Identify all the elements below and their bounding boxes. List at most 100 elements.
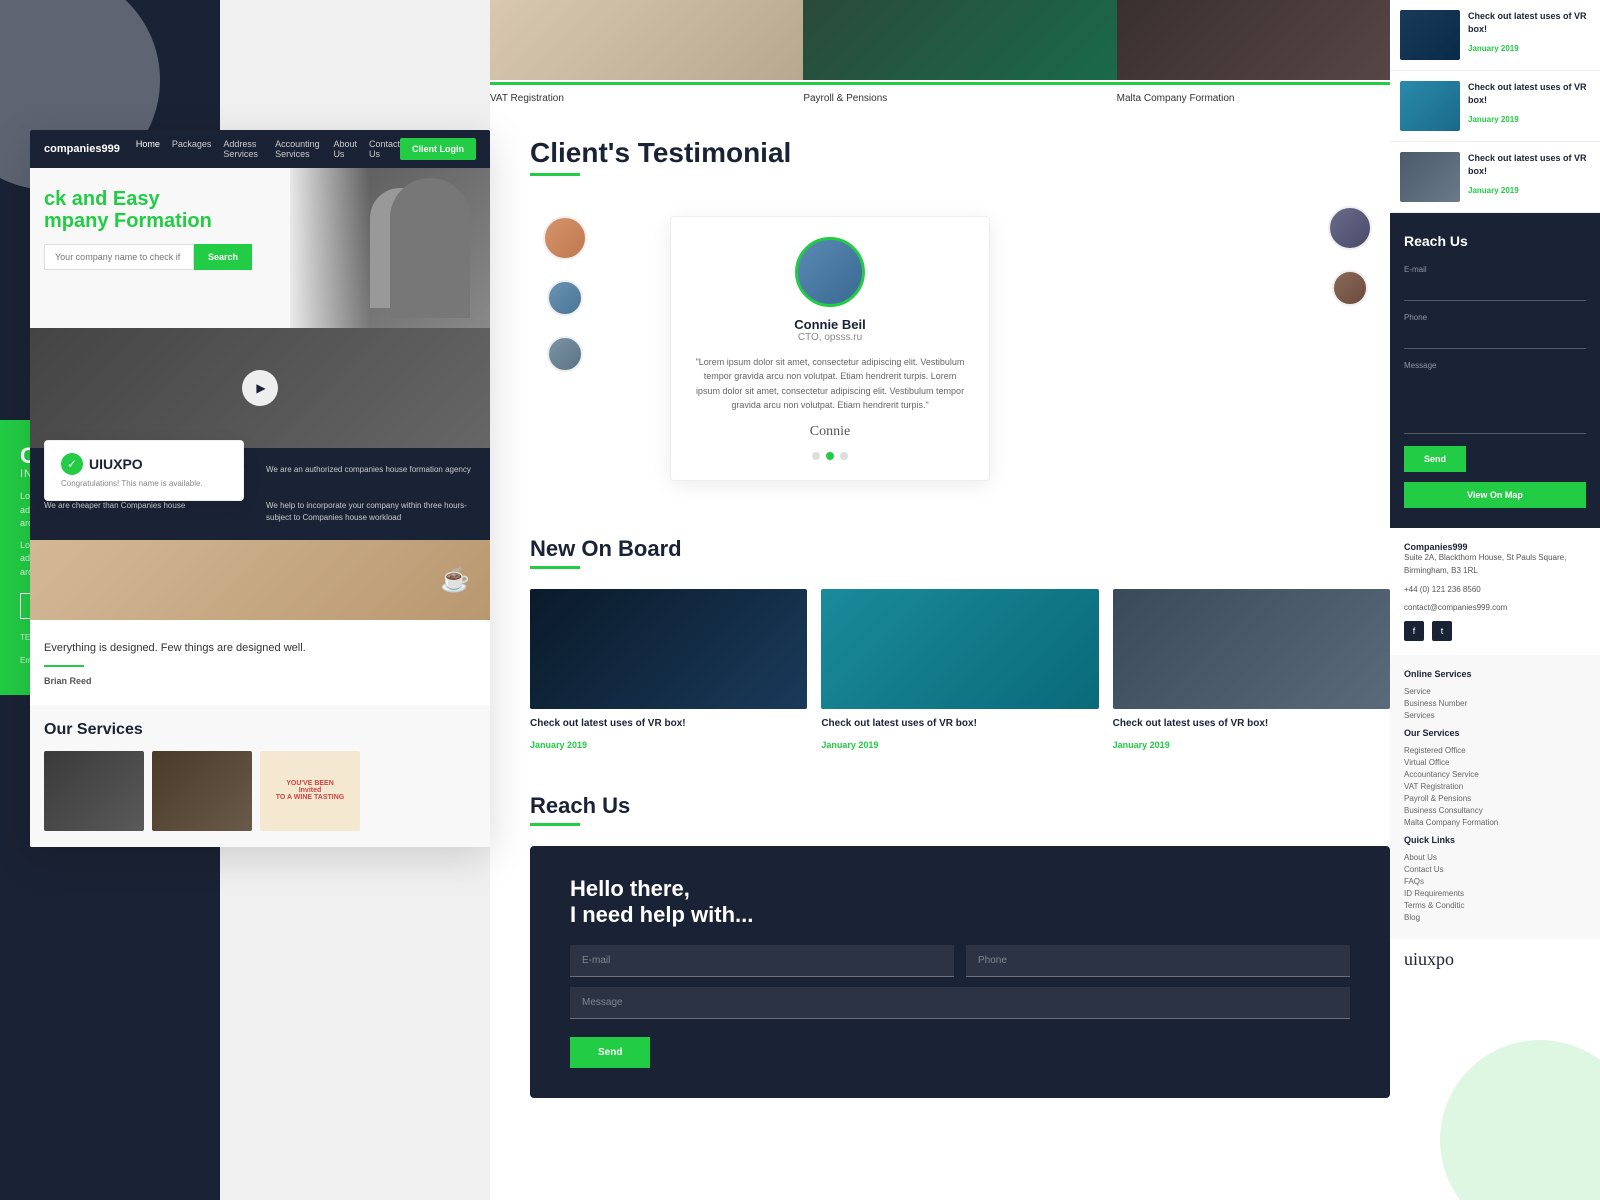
our-services-heading: Our Services bbox=[44, 721, 476, 739]
badge-message: Congratulations! This name is available. bbox=[61, 479, 227, 488]
board-card-2-date: January 2019 bbox=[821, 740, 878, 750]
dot-3[interactable] bbox=[840, 452, 848, 460]
footer-faqs[interactable]: FAQs bbox=[1404, 877, 1586, 886]
quote-line bbox=[44, 665, 84, 667]
board-card-2-title: Check out latest uses of VR box! bbox=[821, 717, 1098, 731]
avatar-right-1[interactable] bbox=[1328, 206, 1372, 250]
footer-online-services: Online Services Service Business Number … bbox=[1404, 669, 1586, 720]
blog-3-date: January 2019 bbox=[1468, 186, 1519, 195]
phone-field: Phone bbox=[1404, 313, 1586, 349]
twitter-icon[interactable]: t bbox=[1432, 621, 1452, 641]
send-button[interactable]: Send bbox=[570, 1037, 650, 1068]
service-img-3: YOU'VE BEENInvitedTO A WINE TASTING bbox=[260, 751, 360, 831]
avatar-3[interactable] bbox=[547, 336, 583, 372]
blog-thumb-3 bbox=[1400, 152, 1460, 202]
footer-business-link[interactable]: Business Number bbox=[1404, 699, 1586, 708]
form-row-1 bbox=[570, 945, 1350, 977]
quote-author: Brian Reed bbox=[44, 676, 92, 686]
blog-2-title: Check out latest uses of VR box! bbox=[1468, 81, 1590, 106]
footer-reg-office[interactable]: Registered Office bbox=[1404, 746, 1586, 755]
heading-prefix: O bbox=[44, 721, 56, 738]
footer-malta[interactable]: Malta Company Formation bbox=[1404, 818, 1586, 827]
search-button[interactable]: Search bbox=[194, 244, 252, 270]
testimonial-signature: Connie bbox=[695, 424, 965, 440]
message-field: Message bbox=[1404, 361, 1586, 434]
blog-1-title: Check out latest uses of VR box! bbox=[1468, 10, 1590, 35]
our-services-section: Our Services YOU'VE BEENInvitedTO A WINE… bbox=[30, 705, 490, 847]
board-card-3-title: Check out latest uses of VR box! bbox=[1113, 717, 1390, 731]
person-2 bbox=[370, 188, 430, 308]
nav-home[interactable]: Home bbox=[136, 139, 160, 159]
section-divider-2 bbox=[530, 566, 580, 569]
footer-vat[interactable]: VAT Registration bbox=[1404, 782, 1586, 791]
footer-services-link[interactable]: Services bbox=[1404, 711, 1586, 720]
blog-card-2: Check out latest uses of VR box! January… bbox=[1390, 71, 1600, 142]
avatar-1[interactable] bbox=[543, 216, 587, 260]
footer-blog[interactable]: Blog bbox=[1404, 913, 1586, 922]
footer-id[interactable]: ID Requirements bbox=[1404, 889, 1586, 898]
service-vat: VAT Registration bbox=[490, 0, 803, 108]
message-label: Message bbox=[1404, 361, 1586, 370]
nav-contact[interactable]: Contact Us bbox=[369, 139, 400, 159]
footer-about[interactable]: About Us bbox=[1404, 853, 1586, 862]
client-login-button[interactable]: Client Login bbox=[400, 138, 476, 160]
available-badge: ✓ UIUXPO Congratulations! This name is a… bbox=[44, 440, 244, 501]
footer-service-link[interactable]: Service bbox=[1404, 687, 1586, 696]
footer-section: Online Services Service Business Number … bbox=[1390, 655, 1600, 939]
blog-card-3: Check out latest uses of VR box! January… bbox=[1390, 142, 1600, 213]
footer-quick-links: Quick Links About Us Contact Us FAQs ID … bbox=[1404, 835, 1586, 922]
reach-us-form: Hello there,I need help with... Send bbox=[530, 846, 1390, 1098]
send-right-button[interactable]: Send bbox=[1404, 446, 1466, 472]
phone-input[interactable] bbox=[966, 945, 1350, 977]
nav-about[interactable]: About Us bbox=[333, 139, 357, 159]
blog-1-date: January 2019 bbox=[1468, 44, 1519, 53]
dot-1[interactable] bbox=[812, 452, 820, 460]
avatar-2[interactable] bbox=[547, 280, 583, 316]
avatar-right-2[interactable] bbox=[1332, 270, 1368, 306]
email-input[interactable] bbox=[570, 945, 954, 977]
section-divider bbox=[530, 173, 580, 176]
footer-contact[interactable]: Contact Us bbox=[1404, 865, 1586, 874]
nav-accounting[interactable]: Accounting Services bbox=[275, 139, 321, 159]
testimonial-name: Connie Beil bbox=[695, 317, 965, 332]
main-avatar bbox=[795, 237, 865, 307]
blog-card-2-text: Check out latest uses of VR box! January… bbox=[1468, 81, 1590, 131]
board-card-1-date: January 2019 bbox=[530, 740, 587, 750]
testimonial-company: CTO, opsss.ru bbox=[695, 332, 965, 343]
facebook-icon[interactable]: f bbox=[1404, 621, 1424, 641]
message-input[interactable] bbox=[570, 987, 1350, 1019]
service-img-1 bbox=[44, 751, 144, 831]
video-section bbox=[30, 328, 490, 448]
view-map-button[interactable]: View On Map bbox=[1404, 482, 1586, 508]
new-on-board-section: New On Board Check out latest uses of VR… bbox=[490, 516, 1430, 773]
footer-our-services-heading: Our Services bbox=[1404, 728, 1586, 738]
feature-3-text: We are cheaper than Companies house bbox=[44, 500, 254, 512]
footer-payroll[interactable]: Payroll & Pensions bbox=[1404, 794, 1586, 803]
footer-terms[interactable]: Terms & Conditic bbox=[1404, 901, 1586, 910]
board-img-2 bbox=[821, 589, 1098, 709]
contact-message-input[interactable] bbox=[1404, 372, 1586, 422]
board-card-3: Check out latest uses of VR box! January… bbox=[1113, 589, 1390, 753]
board-card-2: Check out latest uses of VR box! January… bbox=[821, 589, 1098, 753]
person-1 bbox=[390, 178, 470, 318]
dot-2[interactable] bbox=[826, 452, 834, 460]
address-section: Companies999 Suite 2A, Blackthorn House,… bbox=[1390, 528, 1600, 655]
blog-card-1: Check out latest uses of VR box! January… bbox=[1390, 0, 1600, 71]
footer-business-cons[interactable]: Business Consultancy bbox=[1404, 806, 1586, 815]
footer-accountancy[interactable]: Accountancy Service bbox=[1404, 770, 1586, 779]
reach-us-section: Reach Us Hello there,I need help with...… bbox=[490, 773, 1430, 1114]
contact-phone-input[interactable] bbox=[1404, 329, 1586, 339]
reach-us-heading: Reach Us bbox=[530, 793, 1390, 819]
nav-packages[interactable]: Packages bbox=[172, 139, 212, 159]
board-card-1-title: Check out latest uses of VR box! bbox=[530, 717, 807, 731]
feature-2: We are an authorized companies house for… bbox=[266, 464, 476, 488]
hero-company: mpany bbox=[44, 210, 108, 232]
search-input[interactable] bbox=[44, 244, 194, 270]
badge-logo: ✓ UIUXPO bbox=[61, 453, 227, 475]
play-button[interactable] bbox=[242, 370, 278, 406]
reach-form-heading: Hello there,I need help with... bbox=[570, 876, 1350, 929]
top-services-row: VAT Registration Payroll & Pensions Malt… bbox=[490, 0, 1430, 108]
contact-email-input[interactable] bbox=[1404, 281, 1586, 291]
footer-virtual[interactable]: Virtual Office bbox=[1404, 758, 1586, 767]
nav-address[interactable]: Address Services bbox=[223, 139, 263, 159]
